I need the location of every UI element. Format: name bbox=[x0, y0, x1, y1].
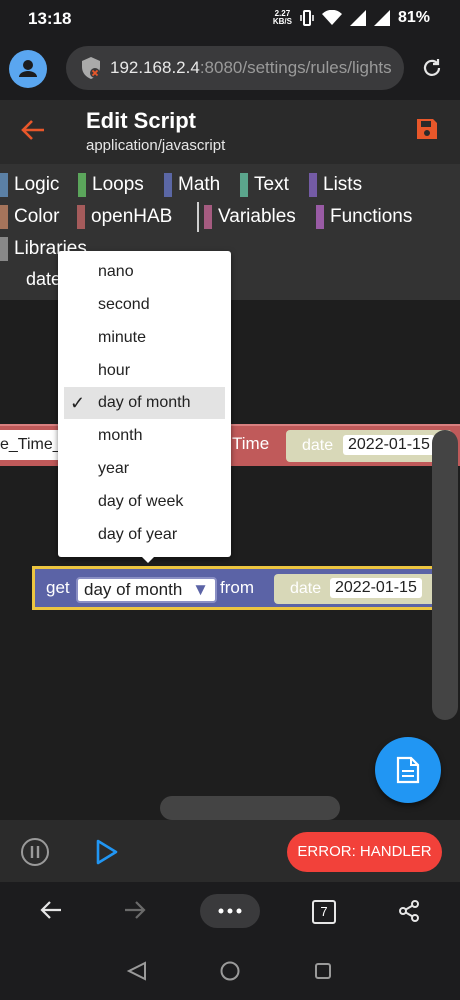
date-part-dropdown[interactable]: day of month ▼ bbox=[76, 577, 217, 603]
date-input-value[interactable]: 2022-01-15 bbox=[343, 435, 435, 455]
toolbox-category-text[interactable]: Text bbox=[240, 172, 289, 198]
category-color-bar bbox=[309, 173, 317, 197]
category-color-bar bbox=[77, 205, 85, 229]
menu-option-hour[interactable]: hour bbox=[64, 355, 225, 387]
toolbox-category-loops[interactable]: Loops bbox=[78, 172, 144, 198]
menu-pointer bbox=[138, 553, 158, 563]
category-color-bar bbox=[0, 205, 8, 229]
category-label: Text bbox=[254, 174, 289, 195]
get-label: get bbox=[46, 578, 70, 597]
toolbox-category-lists[interactable]: Lists bbox=[309, 172, 362, 198]
category-color-bar bbox=[164, 173, 172, 197]
tabs-button[interactable]: 7 bbox=[312, 900, 336, 924]
insecure-shield-icon[interactable] bbox=[80, 56, 102, 80]
category-color-bar bbox=[204, 205, 212, 229]
status-icons: 2.27 KB/S 81% bbox=[273, 9, 430, 27]
save-icon[interactable] bbox=[415, 117, 439, 141]
toolbox-category-functions[interactable]: Functions bbox=[316, 204, 412, 230]
more-dots-icon bbox=[218, 908, 242, 914]
option-label: day of week bbox=[98, 493, 184, 510]
category-color-bar bbox=[240, 173, 248, 197]
category-label: Loops bbox=[92, 174, 144, 195]
menu-option-day-of-year[interactable]: day of year bbox=[64, 519, 225, 551]
system-back-icon[interactable] bbox=[126, 961, 148, 981]
document-icon bbox=[396, 756, 420, 784]
option-label: month bbox=[98, 427, 143, 444]
page-title: Edit Script bbox=[86, 108, 197, 133]
code-view-button[interactable] bbox=[375, 737, 441, 803]
system-recents-icon[interactable] bbox=[313, 961, 333, 981]
variable-field-text: e_Time_ bbox=[0, 436, 62, 453]
signal-icon bbox=[349, 10, 366, 26]
network-speed: 2.27 KB/S bbox=[273, 10, 292, 26]
battery-level: 81% bbox=[397, 9, 430, 26]
signal-icon-2 bbox=[373, 10, 390, 26]
wifi-icon bbox=[321, 10, 342, 25]
menu-option-minute[interactable]: minute bbox=[64, 322, 225, 354]
menu-option-second[interactable]: second bbox=[64, 289, 225, 321]
more-menu-button[interactable] bbox=[200, 894, 260, 928]
profile-avatar[interactable] bbox=[9, 50, 47, 88]
status-time: 13:18 bbox=[28, 9, 72, 28]
menu-option-year[interactable]: year bbox=[64, 453, 225, 485]
app-header bbox=[0, 100, 460, 164]
option-label: second bbox=[98, 296, 150, 313]
toolbox-category-color[interactable]: Color bbox=[0, 204, 59, 230]
toolbox-category-logic[interactable]: Logic bbox=[0, 172, 59, 198]
date-input-value[interactable]: 2022-01-15 bbox=[330, 578, 422, 598]
url-text[interactable]: 192.168.2.4:8080/settings/rules/lights bbox=[110, 58, 396, 78]
menu-option-day-of-month[interactable]: ✓ day of month bbox=[64, 387, 225, 419]
dropdown-arrow-icon: ▼ bbox=[192, 580, 209, 599]
variable-field[interactable]: e_Time_ bbox=[0, 430, 66, 460]
url-host: 192.168.2.4 bbox=[110, 58, 200, 77]
pause-icon[interactable] bbox=[20, 837, 50, 867]
option-label: minute bbox=[98, 329, 147, 346]
run-icon[interactable] bbox=[94, 838, 120, 866]
category-label: Math bbox=[178, 174, 221, 195]
toolbox-separator bbox=[197, 202, 199, 232]
category-color-bar bbox=[0, 173, 8, 197]
horizontal-scrollbar[interactable] bbox=[160, 796, 340, 820]
menu-option-nano[interactable]: nano bbox=[64, 256, 225, 288]
category-label: Logic bbox=[14, 174, 60, 195]
menu-option-month[interactable]: month bbox=[64, 420, 225, 452]
toolbox-category-openhab[interactable]: openHAB bbox=[77, 204, 172, 230]
toolbox-category-math[interactable]: Math bbox=[164, 172, 220, 198]
user-icon bbox=[19, 60, 37, 77]
category-color-bar bbox=[0, 237, 8, 261]
url-path: :8080/settings/rules/lights bbox=[199, 58, 392, 77]
date-input-label: date bbox=[302, 437, 334, 454]
category-label: Variables bbox=[218, 206, 296, 227]
category-color-bar bbox=[78, 173, 86, 197]
vertical-scrollbar[interactable] bbox=[432, 430, 458, 720]
category-label: Color bbox=[14, 206, 60, 227]
reload-icon[interactable] bbox=[420, 56, 444, 80]
option-label: hour bbox=[98, 362, 131, 379]
option-label: nano bbox=[98, 263, 134, 280]
category-color-bar bbox=[316, 205, 324, 229]
date-input-label: date bbox=[290, 580, 322, 597]
toolbox-category-variables[interactable]: Variables bbox=[204, 204, 296, 230]
option-label: year bbox=[98, 460, 130, 477]
share-icon[interactable] bbox=[397, 899, 421, 923]
option-label: day of month bbox=[98, 394, 191, 411]
back-arrow-icon[interactable] bbox=[20, 118, 46, 142]
category-label: Functions bbox=[330, 206, 413, 227]
page-subtitle: application/javascript bbox=[86, 137, 226, 154]
speed-unit: KB/S bbox=[272, 17, 292, 26]
system-home-icon[interactable] bbox=[219, 960, 241, 982]
block-label-time: Time bbox=[232, 434, 270, 453]
browser-back-icon[interactable] bbox=[40, 900, 62, 920]
error-handler-button[interactable]: ERROR: HANDLER bbox=[287, 832, 442, 872]
category-label: Lists bbox=[323, 174, 363, 195]
vibrate-icon bbox=[300, 10, 314, 26]
category-label: openHAB bbox=[91, 206, 173, 227]
browser-forward-icon bbox=[125, 901, 146, 919]
checkmark-icon: ✓ bbox=[70, 393, 86, 413]
menu-option-day-of-week[interactable]: day of week bbox=[64, 486, 225, 518]
toolbox-subcategory-date[interactable]: date bbox=[26, 269, 61, 290]
option-label: day of year bbox=[98, 526, 178, 543]
date-part-selected: day of month bbox=[84, 580, 183, 599]
from-label: from bbox=[220, 578, 254, 597]
